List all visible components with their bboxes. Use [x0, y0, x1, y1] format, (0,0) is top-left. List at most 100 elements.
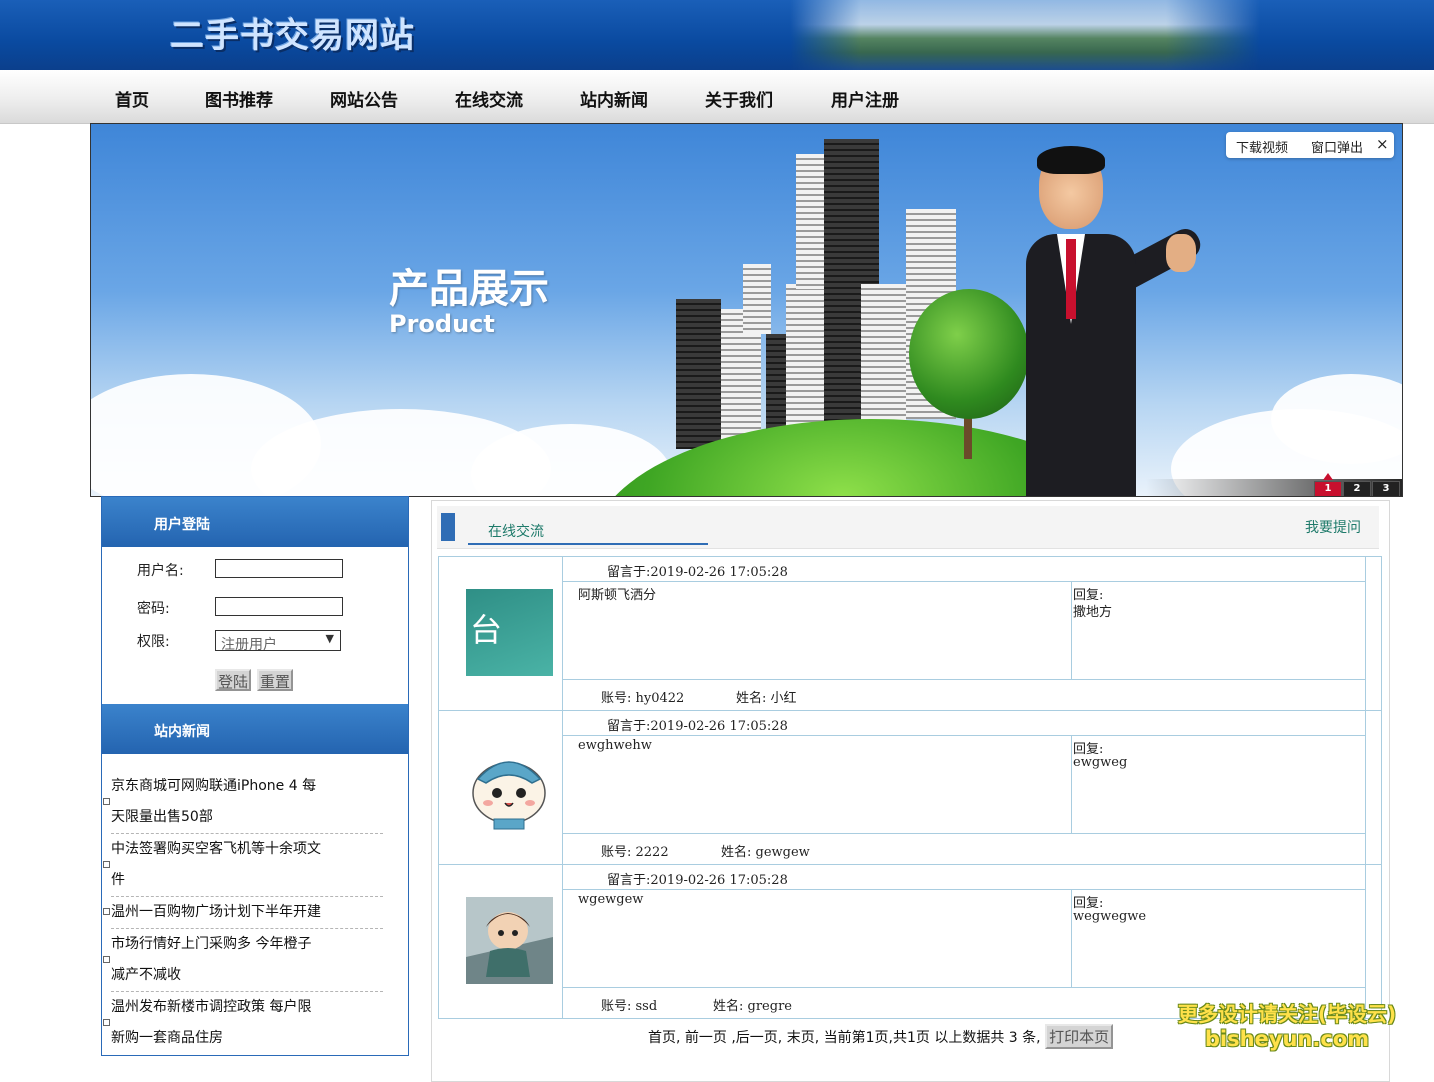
nav-item-book-recommend[interactable]: 图书推荐 — [205, 86, 273, 111]
tree — [909, 289, 1029, 419]
pagination: 首页, 前一页 ,后一页, 末页, 当前第1页,共1页 以上数据共 3 条, 打… — [648, 1024, 1113, 1049]
role-label: 权限: — [137, 631, 170, 651]
news-item-line: 市场行情好上门采购多 今年橙子 — [111, 929, 383, 960]
last-page-link[interactable]: 末页, — [787, 1030, 819, 1046]
cat-avatar-icon — [466, 743, 553, 830]
businessman-hair — [1037, 146, 1105, 174]
section-title: 在线交流 — [488, 521, 544, 541]
message-time: 留言于:2019-02-26 17:05:28 — [607, 561, 788, 580]
bullet-icon — [103, 908, 110, 915]
news-panel-header: 站内新闻 — [102, 704, 408, 754]
news-item-line: 温州发布新楼市调控政策 每户限 — [111, 992, 383, 1023]
left-sidebar: 用户登陆 用户名: 密码: 权限: 注册用户 ▼ 登陆 重置 站内新闻 京东商城… — [101, 496, 409, 1056]
message-row: 台 留言于:2019-02-26 17:05:28 阿斯顿飞洒分 回复: 撒地方… — [438, 556, 1382, 711]
print-button[interactable]: 打印本页 — [1045, 1024, 1113, 1049]
news-item-line: 件 — [111, 865, 383, 896]
news-item[interactable]: 中法签署购买空客飞机等十余项文 件 — [111, 834, 383, 897]
avatar — [466, 743, 553, 830]
message-account: 账号: hy0422 — [601, 687, 684, 706]
message-account: 账号: ssd — [601, 995, 657, 1014]
message-name: 姓名: gewgew — [721, 841, 810, 860]
message-row: 留言于:2019-02-26 17:05:28 ewghwehw 回复: ewg… — [438, 710, 1382, 865]
login-button[interactable]: 登陆 — [215, 669, 251, 691]
banner-subheading: Product — [389, 310, 495, 338]
nav-item-home[interactable]: 首页 — [115, 86, 149, 111]
download-video-button[interactable]: 下载视频 — [1236, 137, 1288, 156]
news-item-line: 中法签署购买空客飞机等十余项文 — [111, 834, 383, 865]
login-panel-title: 用户登陆 — [154, 514, 210, 534]
news-item-line: 新购一套商品住房 — [111, 1023, 383, 1054]
building — [861, 284, 906, 424]
building — [676, 299, 721, 449]
bullet-icon — [103, 861, 110, 868]
bullet-icon — [103, 798, 110, 805]
news-panel-title: 站内新闻 — [154, 721, 210, 741]
watermark-line: 更多设计请关注(毕设云) — [1152, 998, 1422, 1027]
header-scenery-image — [790, 0, 1260, 70]
avatar-text: 台 — [470, 605, 502, 651]
message-name: 姓名: gregre — [713, 995, 792, 1014]
password-input[interactable] — [215, 597, 343, 616]
news-item-line: 温州一百购物广场计划下半年开建 — [111, 897, 383, 928]
watermark: 更多设计请关注(毕设云) bisheyun.com — [1152, 998, 1422, 1051]
ask-question-link[interactable]: 我要提问 — [1305, 517, 1361, 537]
section-underline — [468, 543, 708, 545]
reply-content: ewgweg — [1073, 755, 1127, 770]
message-time: 留言于:2019-02-26 17:05:28 — [607, 869, 788, 888]
slide-button-3[interactable]: 3 — [1372, 481, 1400, 497]
section-marker — [441, 513, 455, 541]
news-item[interactable]: 温州一百购物广场计划下半年开建 — [111, 897, 383, 929]
bullet-icon — [103, 1019, 110, 1026]
reply-content: wegwegwe — [1073, 909, 1146, 924]
username-input[interactable] — [215, 559, 343, 578]
banner-heading: 产品展示 — [389, 256, 549, 314]
slide-button-2[interactable]: 2 — [1343, 481, 1371, 497]
role-select[interactable]: 注册用户 ▼ — [215, 630, 341, 651]
avatar — [466, 897, 553, 984]
role-select-value: 注册用户 — [221, 634, 277, 651]
message-content: 阿斯顿飞洒分 — [578, 584, 656, 603]
username-label: 用户名: — [137, 560, 184, 580]
news-item[interactable]: 市场行情好上门采购多 今年橙子 减产不减收 — [111, 929, 383, 992]
video-popup-bar: 下载视频 窗口弹出 × — [1226, 132, 1394, 158]
nav-item-online-chat[interactable]: 在线交流 — [455, 86, 523, 111]
businessman-tie — [1066, 239, 1076, 319]
businessman-hand — [1166, 234, 1196, 272]
main-nav: 首页 图书推荐 网站公告 在线交流 站内新闻 关于我们 用户注册 — [0, 70, 1434, 124]
slide-button-1[interactable]: 1 — [1314, 481, 1342, 497]
bullet-icon — [103, 956, 110, 963]
nav-item-site-news[interactable]: 站内新闻 — [580, 86, 648, 111]
message-name: 姓名: 小红 — [736, 687, 797, 706]
section-header: 在线交流 我要提问 — [437, 506, 1379, 549]
message-row: 留言于:2019-02-26 17:05:28 wgewgew 回复: wegw… — [438, 864, 1382, 1019]
site-title: 二手书交易网站 — [170, 8, 415, 57]
next-page-link[interactable]: ,后一页, — [731, 1030, 782, 1046]
businessman — [1026, 234, 1136, 497]
popup-window-button[interactable]: 窗口弹出 — [1311, 137, 1363, 156]
news-item-line: 天限量出售50部 — [111, 802, 383, 833]
boy-avatar-icon — [466, 897, 553, 984]
banner-slideshow[interactable]: 产品展示 Product 下载视频 窗口弹出 × 1 2 3 — [90, 123, 1403, 497]
password-label: 密码: — [137, 598, 170, 618]
news-item[interactable]: 温州发布新楼市调控政策 每户限 新购一套商品住房 — [111, 992, 383, 1054]
prev-page-link[interactable]: 前一页 — [685, 1030, 727, 1046]
news-item[interactable]: 京东商城可网购联通iPhone 4 每 天限量出售50部 — [111, 771, 383, 834]
login-panel-header: 用户登陆 — [102, 497, 408, 547]
first-page-link[interactable]: 首页, — [648, 1030, 680, 1046]
close-icon[interactable]: × — [1376, 135, 1389, 153]
news-item-line: 京东商城可网购联通iPhone 4 每 — [111, 771, 383, 802]
site-header: 二手书交易网站 — [0, 0, 1434, 70]
message-time: 留言于:2019-02-26 17:05:28 — [607, 715, 788, 734]
active-slide-arrow-icon — [1323, 473, 1333, 480]
forum-panel: 在线交流 我要提问 台 留言于:2019-02-26 17:05:28 阿斯顿飞… — [431, 500, 1390, 1082]
watermark-line: bisheyun.com — [1152, 1027, 1422, 1051]
reset-button[interactable]: 重置 — [257, 669, 293, 691]
chevron-down-icon: ▼ — [326, 632, 334, 645]
building — [796, 154, 826, 289]
nav-item-register[interactable]: 用户注册 — [831, 86, 899, 111]
nav-item-about-us[interactable]: 关于我们 — [705, 86, 773, 111]
news-item-line: 减产不减收 — [111, 960, 383, 991]
message-content: ewghwehw — [578, 738, 652, 753]
nav-item-announcement[interactable]: 网站公告 — [330, 86, 398, 111]
message-content: wgewgew — [578, 892, 643, 907]
